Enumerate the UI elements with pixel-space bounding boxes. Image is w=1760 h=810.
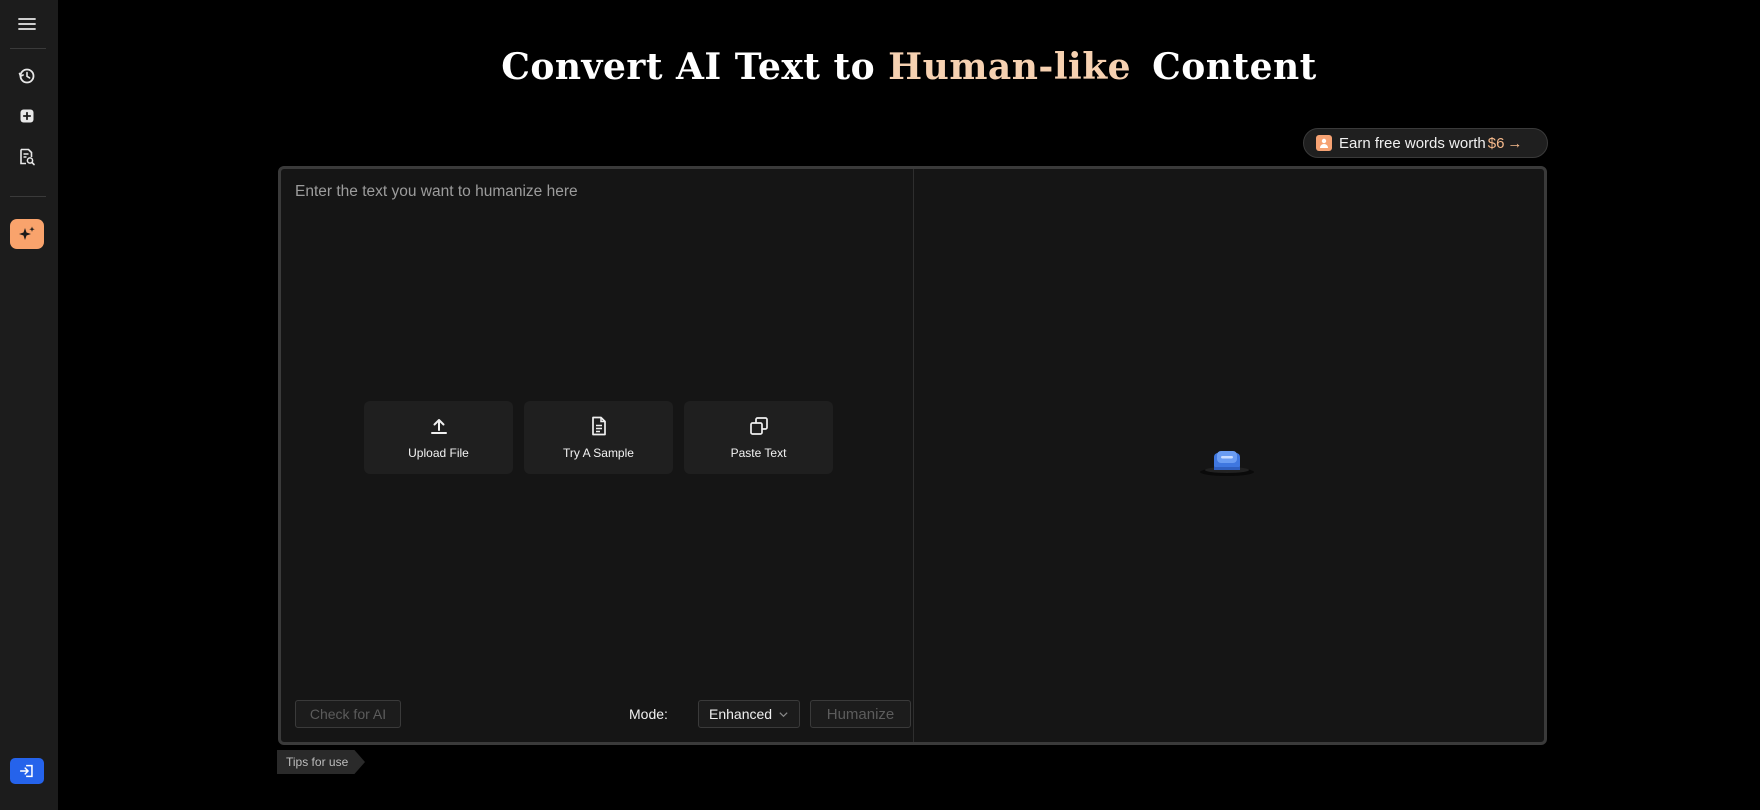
earn-text: Earn free words worth bbox=[1339, 134, 1486, 152]
sidebar-item-history[interactable] bbox=[10, 61, 44, 91]
upload-icon bbox=[430, 419, 447, 434]
login-icon bbox=[19, 764, 33, 778]
upload-file-button[interactable]: Upload File bbox=[364, 401, 513, 474]
paste-text-button[interactable]: Paste Text bbox=[684, 401, 833, 474]
upload-file-label: Upload File bbox=[408, 446, 469, 460]
editor-toolbar: Check for AI Mode: Enhanced Humanize bbox=[295, 700, 911, 728]
title-prefix: Convert AI Text to bbox=[501, 46, 876, 88]
page-title: Convert AI Text to Human-like Content bbox=[58, 46, 1760, 88]
sidebar-divider bbox=[10, 48, 46, 49]
humanize-button[interactable]: Humanize bbox=[810, 700, 911, 728]
paste-text-label: Paste Text bbox=[730, 446, 787, 460]
humanizer-editor: Upload File Try A Sample Paste Text Chec… bbox=[278, 166, 1547, 745]
earn-amount: $6 bbox=[1487, 134, 1505, 152]
title-suffix: Content bbox=[1152, 46, 1317, 88]
text-input[interactable] bbox=[295, 183, 899, 243]
mode-select[interactable]: Enhanced bbox=[698, 700, 800, 728]
earn-free-words-button[interactable]: Earn free words worth $6 → bbox=[1303, 128, 1548, 158]
sidebar bbox=[0, 0, 58, 810]
copy-icon bbox=[749, 417, 768, 435]
sidebar-item-humanizer[interactable] bbox=[10, 219, 44, 249]
tips-for-use-tab[interactable]: Tips for use bbox=[277, 750, 365, 774]
history-icon bbox=[18, 68, 35, 84]
try-sample-label: Try A Sample bbox=[563, 446, 634, 460]
output-pane bbox=[914, 169, 1544, 742]
menu-button[interactable] bbox=[10, 9, 44, 39]
add-square-icon bbox=[20, 109, 34, 123]
sidebar-item-detector[interactable] bbox=[10, 142, 44, 172]
mode-value: Enhanced bbox=[709, 706, 773, 722]
sparkle-icon bbox=[19, 226, 35, 240]
input-pane: Upload File Try A Sample Paste Text Chec… bbox=[281, 169, 914, 742]
arrow-right-icon: → bbox=[1507, 134, 1523, 152]
check-for-ai-button[interactable]: Check for AI bbox=[295, 700, 401, 728]
hamburger-icon bbox=[18, 18, 36, 30]
gift-icon bbox=[1316, 135, 1332, 151]
document-icon bbox=[591, 416, 606, 436]
login-button[interactable] bbox=[10, 758, 44, 784]
mode-label: Mode: bbox=[629, 706, 668, 722]
chevron-down-icon bbox=[779, 711, 788, 717]
doc-search-icon bbox=[20, 148, 35, 166]
sidebar-divider bbox=[10, 196, 46, 197]
title-highlight: Human-like bbox=[888, 46, 1132, 88]
sidebar-item-new[interactable] bbox=[10, 101, 44, 131]
try-sample-button[interactable]: Try A Sample bbox=[524, 401, 673, 474]
input-actions: Upload File Try A Sample Paste Text bbox=[364, 401, 833, 474]
loading-illustration-icon bbox=[1200, 451, 1254, 476]
